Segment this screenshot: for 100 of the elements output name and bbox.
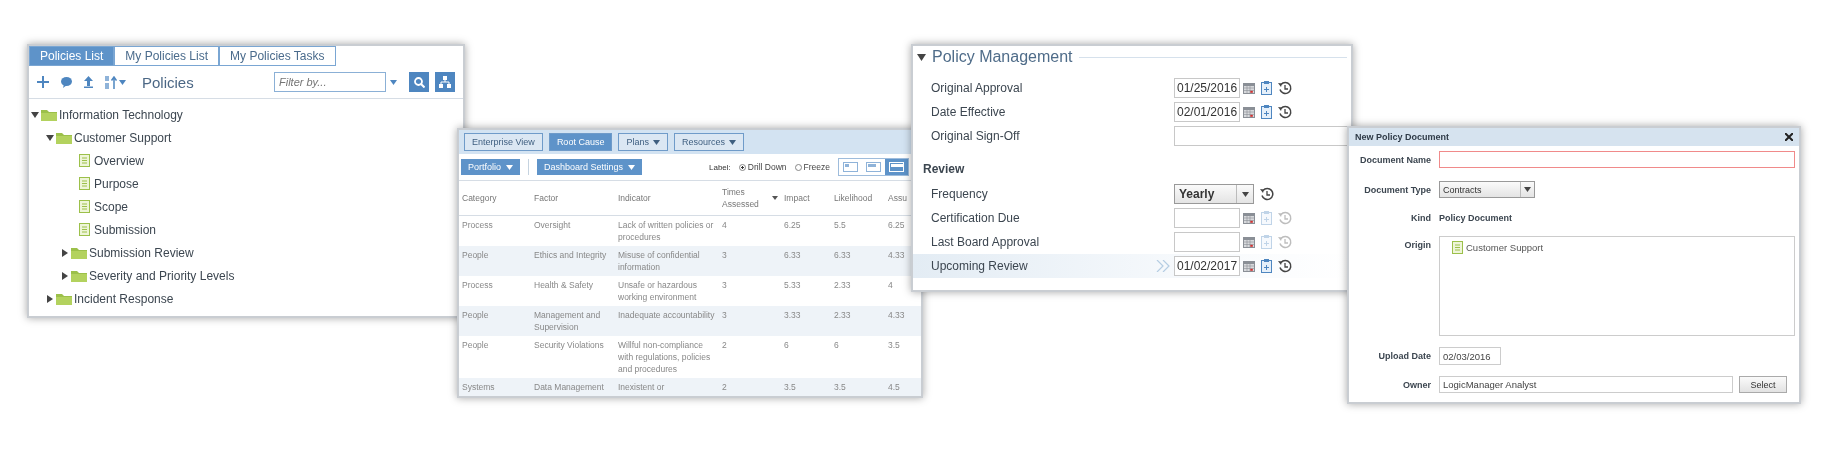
- frequency-dropdown[interactable]: Yearly: [1174, 184, 1254, 204]
- tree-item[interactable]: Submission Review: [29, 241, 198, 264]
- column-header[interactable]: Category: [462, 192, 497, 204]
- date-field[interactable]: 01/25/2016: [1174, 78, 1240, 98]
- collapsed-triangle-icon[interactable]: [61, 248, 69, 257]
- tree-item[interactable]: Scope: [29, 195, 133, 218]
- tab[interactable]: My Policies List: [114, 46, 220, 66]
- table-cell: 6.25: [888, 220, 905, 230]
- column-header[interactable]: Likelihood: [834, 192, 873, 204]
- table-cell: 3.5: [784, 382, 796, 392]
- table-cell: Misuse of confidential information: [618, 250, 700, 272]
- document-icon: [79, 200, 90, 213]
- tab[interactable]: My Policies Tasks: [219, 46, 336, 66]
- filter-field[interactable]: Filter by...: [274, 72, 386, 92]
- table-cell: 6.33: [834, 250, 851, 260]
- chevron-icon: [1156, 260, 1170, 272]
- view-button[interactable]: Resources: [673, 133, 744, 151]
- table-cell: 4.5: [888, 382, 900, 392]
- folder-icon: [71, 269, 87, 282]
- document-icon: [79, 223, 90, 236]
- plus-icon[interactable]: [37, 76, 49, 88]
- section-title: Policy Management: [932, 48, 1073, 66]
- radio-option[interactable]: Freeze: [794, 162, 830, 172]
- text-field[interactable]: [1439, 151, 1795, 168]
- sort-caret-icon[interactable]: [772, 196, 778, 200]
- tree-item[interactable]: Submission: [29, 218, 161, 241]
- table-cell: Management and Supervision: [534, 310, 601, 332]
- field-value: Policy Document: [1439, 212, 1512, 223]
- table-cell: Data Management: [534, 382, 604, 392]
- table-cell: Security Violations: [534, 340, 604, 350]
- expanded-triangle-icon[interactable]: [46, 133, 54, 142]
- field-label: Kind: [1410, 212, 1432, 223]
- tree-item[interactable]: Incident Response: [29, 287, 178, 310]
- calendar-icon: [1243, 212, 1255, 224]
- caret-icon: [1241, 191, 1249, 197]
- column-header[interactable]: Indicator: [618, 192, 651, 204]
- field-label: Upcoming Review: [931, 259, 1029, 273]
- table-cell: Health & Safety: [534, 280, 594, 290]
- sort-icon[interactable]: [105, 75, 117, 89]
- column-header[interactable]: Times Assessed: [722, 186, 772, 210]
- speech-bubble-icon[interactable]: [61, 76, 72, 88]
- tree-item[interactable]: Purpose: [29, 172, 143, 195]
- date-field[interactable]: 01/02/2017: [1174, 256, 1240, 276]
- layout-toggle[interactable]: [885, 159, 908, 175]
- search-icon: [413, 76, 425, 88]
- folder-icon: [41, 108, 57, 121]
- label-caption: Label:: [709, 162, 731, 172]
- tree-item[interactable]: Severity and Priority Levels: [29, 264, 239, 287]
- collapsed-triangle-icon[interactable]: [61, 271, 69, 280]
- layout-icon: [866, 162, 881, 172]
- expanded-triangle-icon[interactable]: [917, 53, 926, 61]
- tree-item[interactable]: Information Technology: [29, 103, 187, 126]
- hierarchy-button[interactable]: [435, 72, 455, 92]
- table-cell: 3: [722, 250, 727, 260]
- radio-option[interactable]: Drill Down: [738, 162, 787, 172]
- table-cell: 5.5: [834, 220, 846, 230]
- view-button[interactable]: Plans: [618, 133, 668, 151]
- column-header[interactable]: Assu: [888, 192, 907, 204]
- calendar-icon: [1243, 260, 1255, 272]
- table-cell: 3.33: [784, 310, 801, 320]
- calendar-icon: [1243, 106, 1255, 118]
- table-cell: 2: [722, 340, 727, 350]
- document-icon: [79, 154, 90, 167]
- date-field[interactable]: [1174, 208, 1240, 228]
- table-cell: Process: [462, 280, 493, 290]
- table-cell: 4: [888, 280, 893, 290]
- view-button[interactable]: Enterprise View: [464, 133, 543, 151]
- close-icon: [1785, 133, 1793, 141]
- caret-icon: [728, 139, 736, 145]
- date-field[interactable]: 02/03/2016: [1439, 347, 1501, 365]
- tree-item[interactable]: Overview: [29, 149, 148, 172]
- field-label: Original Sign-Off: [931, 129, 1021, 143]
- column-header[interactable]: Factor: [534, 192, 559, 204]
- date-field[interactable]: [1174, 232, 1240, 252]
- folder-icon: [71, 246, 87, 259]
- collapsed-triangle-icon[interactable]: [46, 294, 54, 303]
- list-item[interactable]: Customer Support: [1452, 241, 1782, 254]
- caret-icon: [390, 79, 397, 85]
- table-cell: 6: [834, 340, 839, 350]
- date-field[interactable]: 02/01/2016: [1174, 102, 1240, 122]
- arrow-up-icon[interactable]: [84, 76, 93, 88]
- table-cell: 6.33: [784, 250, 801, 260]
- column-header[interactable]: Impact: [784, 192, 810, 204]
- close-button[interactable]: [1785, 133, 1793, 141]
- table-cell: 2.33: [834, 310, 851, 320]
- calendar-icon: [1243, 236, 1255, 248]
- tree-item[interactable]: Customer Support: [29, 126, 176, 149]
- select-button[interactable]: Select: [1739, 376, 1787, 393]
- table-cell: Willful non-compliance with regulations, policies and procedures: [618, 340, 711, 374]
- search-button[interactable]: [409, 72, 429, 92]
- owner-field[interactable]: LogicManager Analyst: [1439, 376, 1733, 393]
- expanded-triangle-icon[interactable]: [31, 110, 39, 119]
- field-label: Date Effective: [931, 105, 1007, 119]
- toolbar-title: Policies: [142, 73, 194, 91]
- table-cell: Ethics and Integrity: [534, 250, 607, 260]
- table-cell: Systems: [462, 382, 495, 392]
- type-dropdown[interactable]: Contracts: [1439, 181, 1535, 198]
- layout-icon: [843, 162, 858, 172]
- field-label: Document Name: [1359, 154, 1432, 165]
- table-cell: 3.5: [888, 340, 900, 350]
